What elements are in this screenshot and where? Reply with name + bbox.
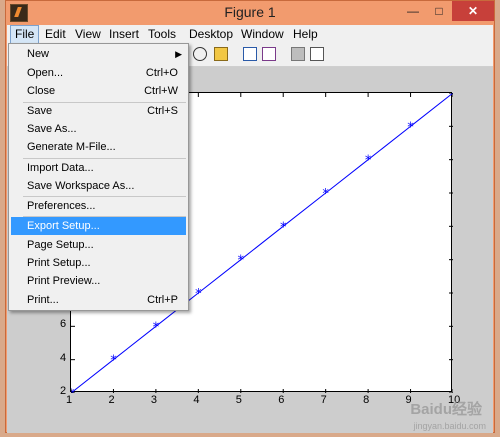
file-menu-dropdown: New ▶ Open... Ctrl+O Close Ctrl+W Save C… (8, 43, 189, 311)
x-tick-label: 4 (193, 394, 200, 406)
menu-item-print-preview[interactable]: Print Preview... (11, 272, 186, 290)
menu-insert[interactable]: Insert (105, 25, 143, 44)
data-cursor-icon[interactable] (214, 47, 228, 61)
menu-item-generate-mfile[interactable]: Generate M-File... (11, 138, 186, 156)
menu-item-open[interactable]: Open... Ctrl+O (11, 64, 186, 82)
x-tick-label: 3 (150, 394, 157, 406)
x-tick-label: 7 (320, 394, 327, 406)
menu-desktop[interactable]: Desktop (185, 25, 237, 44)
data-point-marker: * (153, 320, 160, 335)
rotate-icon[interactable] (193, 47, 207, 61)
menu-edit[interactable]: Edit (41, 25, 70, 44)
data-point-marker: * (322, 187, 329, 202)
colorbar-icon[interactable] (243, 47, 257, 61)
data-point-marker: * (238, 254, 245, 269)
data-point-marker: * (110, 354, 117, 369)
x-tick-label: 6 (278, 394, 285, 406)
menu-item-import-data[interactable]: Import Data... (11, 159, 186, 177)
menu-item-print[interactable]: Print... Ctrl+P (11, 291, 186, 309)
show-plot-tools-icon[interactable] (310, 47, 324, 61)
maximize-button[interactable]: □ (426, 1, 452, 21)
menu-item-export-setup[interactable]: Export Setup... (11, 217, 186, 235)
submenu-arrow-icon: ▶ (175, 49, 182, 59)
y-tick-label: 4 (60, 351, 67, 364)
legend-icon[interactable] (262, 47, 276, 61)
data-point-marker: * (407, 120, 414, 135)
watermark-logo: Baidu经验 (410, 401, 482, 418)
menu-item-new[interactable]: New ▶ (11, 45, 186, 63)
menu-window[interactable]: Window (237, 25, 288, 44)
x-tick-label: 2 (108, 394, 115, 406)
menu-tools[interactable]: Tools (144, 25, 180, 44)
hide-plot-tools-icon[interactable] (291, 47, 305, 61)
x-tick-label: 1 (66, 394, 73, 406)
watermark-url: jingyan.baidu.com (413, 421, 486, 431)
menu-item-save-workspace[interactable]: Save Workspace As... (11, 177, 186, 195)
menu-item-print-setup[interactable]: Print Setup... (11, 254, 186, 272)
title-bar: Figure 1 — □ ✕ (6, 1, 494, 25)
minimize-button[interactable]: — (400, 1, 426, 21)
menu-bar: File Edit View Insert Tools Desktop Wind… (7, 25, 493, 44)
menu-help[interactable]: Help (289, 25, 322, 44)
close-button[interactable]: ✕ (452, 1, 494, 21)
y-tick-label: 6 (60, 318, 67, 331)
menu-item-preferences[interactable]: Preferences... (11, 197, 186, 215)
menu-item-save[interactable]: Save Ctrl+S (11, 102, 186, 120)
menu-view[interactable]: View (71, 25, 105, 44)
x-tick-label: 5 (235, 394, 242, 406)
data-point-marker: * (71, 387, 75, 393)
x-tick-label: 8 (363, 394, 370, 406)
menu-file[interactable]: File (10, 25, 40, 44)
menu-item-save-as[interactable]: Save As... (11, 120, 186, 138)
y-tick-label: 2 (60, 385, 67, 397)
data-point-marker: * (195, 287, 202, 302)
menu-item-page-setup[interactable]: Page Setup... (11, 236, 186, 254)
menu-item-close[interactable]: Close Ctrl+W (11, 82, 186, 100)
data-point-marker: * (365, 154, 372, 169)
data-point-marker: * (280, 220, 287, 235)
